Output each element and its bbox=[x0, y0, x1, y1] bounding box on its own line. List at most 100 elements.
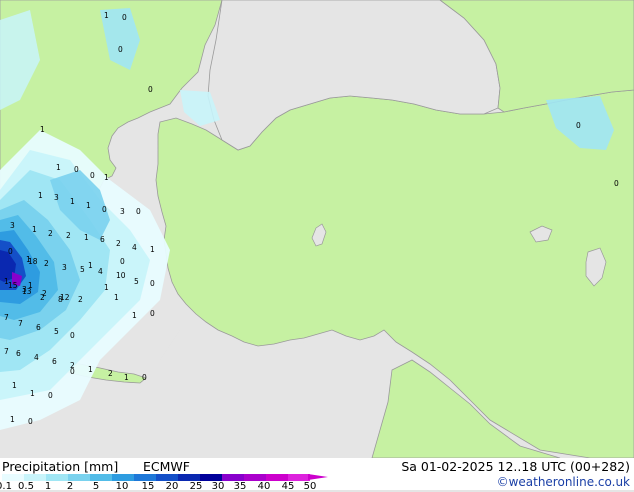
color-swatch bbox=[178, 474, 200, 481]
precip-value-label: 3 bbox=[10, 221, 15, 230]
precip-value-label: 1 bbox=[104, 173, 109, 182]
precip-value-label: 2 bbox=[116, 239, 121, 248]
precip-value-label: 3 bbox=[54, 193, 59, 202]
precip-value-label: 2 bbox=[48, 229, 53, 238]
scale-tick-label: 45 bbox=[281, 481, 295, 492]
precip-value-label: 1 bbox=[104, 283, 109, 292]
precip-value-label: 18 bbox=[28, 257, 38, 266]
color-swatch bbox=[288, 474, 310, 481]
scale-tick-label: 15 bbox=[141, 481, 155, 492]
precip-value-label: 1 bbox=[86, 201, 91, 210]
precip-value-label: 2 bbox=[78, 295, 83, 304]
precip-value-label: 7 bbox=[18, 319, 23, 328]
precip-value-label: 1 bbox=[32, 225, 37, 234]
color-swatch bbox=[222, 474, 244, 481]
precip-value-label: 4 bbox=[34, 353, 39, 362]
precip-value-label: 2 bbox=[44, 259, 49, 268]
precip-value-label: 0 bbox=[122, 13, 127, 22]
map-title: Precipitation [mm] bbox=[2, 459, 119, 474]
precip-value-label: 0 bbox=[70, 367, 75, 376]
scale-tick-label: 10 bbox=[115, 481, 129, 492]
precip-value-label: 1 bbox=[10, 415, 15, 424]
precip-value-label: 1 bbox=[132, 311, 137, 320]
precip-value-label: 4 bbox=[132, 243, 137, 252]
precip-value-label: 2 bbox=[66, 231, 71, 240]
precip-value-label: 0 bbox=[614, 179, 619, 188]
scale-tick-label: 0.1 bbox=[0, 481, 12, 492]
precip-value-label: 1 bbox=[70, 197, 75, 206]
scale-tick-label: 2 bbox=[66, 481, 74, 492]
scale-tick-label: 20 bbox=[165, 481, 179, 492]
precip-value-label: 5 bbox=[80, 265, 85, 274]
precip-value-label: 6 bbox=[52, 357, 57, 366]
color-swatch bbox=[90, 474, 112, 481]
precip-value-label: 0 bbox=[90, 171, 95, 180]
color-scale-arrow bbox=[308, 474, 328, 480]
precip-value-label: 5 bbox=[54, 327, 59, 336]
valid-datetime: Sa 01-02-2025 12..18 UTC (00+282) bbox=[401, 459, 630, 474]
precip-value-label: 5 bbox=[134, 277, 139, 286]
precip-value-label: 1 bbox=[104, 11, 109, 20]
precip-value-label: 6 bbox=[100, 235, 105, 244]
precip-value-label: 1 bbox=[56, 163, 61, 172]
precip-value-label: 8 bbox=[58, 295, 63, 304]
model-name: ECMWF bbox=[143, 459, 190, 474]
precip-value-label: 1 bbox=[88, 261, 93, 270]
precip-value-label: 0 bbox=[28, 417, 33, 426]
precip-value-label: 0 bbox=[148, 85, 153, 94]
color-swatch bbox=[266, 474, 288, 481]
precip-value-label: 0 bbox=[8, 247, 13, 256]
precip-value-label: 0 bbox=[74, 165, 79, 174]
scale-tick-label: 0.5 bbox=[18, 481, 34, 492]
precip-value-label: 1 bbox=[38, 191, 43, 200]
precip-value-label: 6 bbox=[16, 349, 21, 358]
precip-value-label: 3 bbox=[120, 207, 125, 216]
precip-value-label: 3 bbox=[62, 263, 67, 272]
precip-value-label: 13 bbox=[22, 287, 32, 296]
scale-tick-label: 40 bbox=[257, 481, 271, 492]
credit-link[interactable]: ©weatheronline.co.uk bbox=[497, 475, 630, 489]
precip-value-label: 6 bbox=[36, 323, 41, 332]
scale-tick-label: 50 bbox=[303, 481, 317, 492]
scale-tick-label: 35 bbox=[233, 481, 247, 492]
precip-value-label: 10 bbox=[116, 271, 126, 280]
precip-value-label: 0 bbox=[142, 373, 147, 382]
precip-value-label: 2 bbox=[40, 293, 45, 302]
scale-tick-label: 30 bbox=[211, 481, 225, 492]
scale-tick-label: 5 bbox=[92, 481, 100, 492]
scale-tick-label: 1 bbox=[44, 481, 52, 492]
scale-tick-label: 25 bbox=[189, 481, 203, 492]
legend-footer: Precipitation [mm] ECMWF Sa 01-02-2025 1… bbox=[0, 458, 634, 492]
color-swatch bbox=[2, 474, 24, 481]
precip-value-label: 0 bbox=[576, 121, 581, 130]
precip-value-label: 1 bbox=[88, 365, 93, 374]
precip-value-label: 0 bbox=[70, 331, 75, 340]
precip-value-label: 7 bbox=[4, 313, 9, 322]
precip-value-label: 0 bbox=[150, 309, 155, 318]
precip-value-label: 1 bbox=[124, 373, 129, 382]
precip-value-label: 0 bbox=[136, 207, 141, 216]
precip-value-label: 1 bbox=[30, 389, 35, 398]
map-viewer: 1 0 0 0 0 1 0 1 0 0 1 1 3 1 1 0 3 0 3 1 2 2 1 6 2 4 1 0 1 2 3 5 4 10 5 0 1 3 2… bbox=[0, 0, 634, 492]
precip-value-label: 2 bbox=[108, 369, 113, 378]
precip-value-label: 0 bbox=[120, 257, 125, 266]
precip-value-label: 1 bbox=[84, 233, 89, 242]
precip-value-label: 0 bbox=[102, 205, 107, 214]
precip-value-label: 1 bbox=[40, 125, 45, 134]
precip-value-label: 7 bbox=[4, 347, 9, 356]
color-swatch bbox=[68, 474, 90, 481]
color-swatch bbox=[134, 474, 156, 481]
precip-value-label: 15 bbox=[8, 281, 18, 290]
precipitation-map: 1 0000101 00 11 3 1 1 0 3 03 1 2 2 1 6 2 4 101 2 3 5 4 105 013 2… bbox=[0, 0, 634, 458]
color-swatch bbox=[112, 474, 134, 481]
precip-value-label: 1 bbox=[114, 293, 119, 302]
color-swatch bbox=[24, 474, 46, 481]
color-swatch bbox=[200, 474, 222, 481]
precip-value-label: 1 bbox=[12, 381, 17, 390]
precip-value-label: 4 bbox=[98, 267, 103, 276]
precip-value-label: 0 bbox=[150, 279, 155, 288]
precip-value-label: 1 bbox=[150, 245, 155, 254]
color-swatch bbox=[244, 474, 266, 481]
color-swatch bbox=[156, 474, 178, 481]
color-swatch bbox=[46, 474, 68, 481]
